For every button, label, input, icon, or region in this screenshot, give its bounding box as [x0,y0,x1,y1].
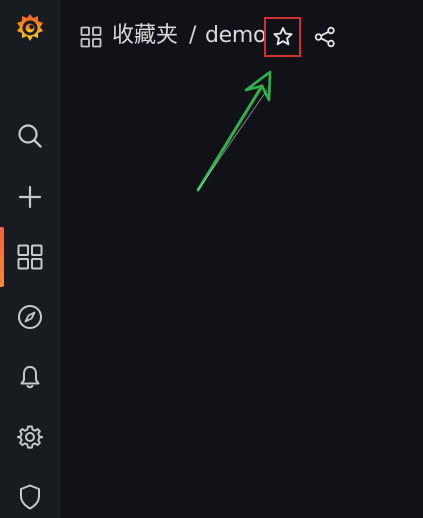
annotation-arrow-icon [196,70,272,192]
grafana-app: 收藏夹 / demo [0,0,423,518]
